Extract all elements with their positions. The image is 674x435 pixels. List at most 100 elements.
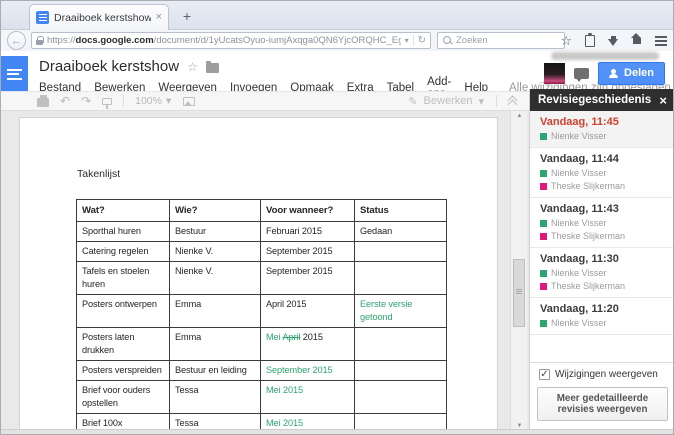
bookmark-star-icon[interactable]: ☆ bbox=[560, 34, 572, 47]
table-cell[interactable]: Februari 2015 bbox=[260, 221, 355, 242]
table-cell[interactable] bbox=[354, 380, 447, 414]
document-page[interactable]: Takenlijst Wat? Wie? Voor wanneer? Status S… bbox=[19, 117, 498, 434]
revision-author: Nienke Visser bbox=[540, 168, 665, 178]
table-cell[interactable]: Nienke V. bbox=[169, 261, 261, 295]
revision-entry[interactable]: Vandaag, 11:43 Nienke Visser Theske Slijke… bbox=[530, 198, 673, 248]
revision-entry[interactable]: Vandaag, 11:30 Nienke Visser Theske Slijke… bbox=[530, 248, 673, 298]
new-tab-button[interactable]: + bbox=[177, 8, 197, 24]
docs-logo-icon[interactable] bbox=[1, 56, 28, 92]
table-cell[interactable]: Tafels en stoelen huren bbox=[76, 261, 170, 295]
table-cell[interactable]: Posters laten drukken bbox=[76, 327, 170, 361]
revision-author: Theske Slijkerman bbox=[540, 231, 665, 241]
checkbox-checked-icon[interactable]: ✓ bbox=[539, 369, 550, 380]
tab-title: Draaiboek kerstshow - Goo... bbox=[54, 11, 151, 24]
author-name: Theske Slijkerman bbox=[551, 181, 626, 191]
table-cell[interactable]: Bestuur en leiding bbox=[169, 360, 261, 381]
author-color-swatch bbox=[540, 132, 547, 140]
show-changes-toggle[interactable]: ✓ Wijzigingen weergeven bbox=[539, 369, 666, 380]
share-button[interactable]: Delen bbox=[598, 62, 665, 85]
comments-icon[interactable] bbox=[574, 68, 590, 82]
lock-icon bbox=[36, 36, 44, 45]
url-bar[interactable]: https://docs.google.com/document/d/1yUca… bbox=[31, 32, 431, 49]
document-canvas: Takenlijst Wat? Wie? Voor wanneer? Status S… bbox=[1, 111, 529, 434]
close-icon[interactable]: × bbox=[659, 93, 667, 108]
paint-format-icon[interactable] bbox=[102, 97, 113, 109]
home-icon[interactable] bbox=[631, 32, 642, 47]
show-changes-label: Wijzigingen weergeven bbox=[555, 369, 658, 380]
avatar[interactable] bbox=[544, 63, 566, 84]
edit-mode-control[interactable]: ✎ Bewerken ▾ bbox=[408, 95, 517, 108]
table-cell[interactable]: Mei April 2015 bbox=[260, 327, 355, 361]
bookmarks-menu-icon[interactable] bbox=[585, 32, 595, 47]
revision-timestamp: Vandaag, 11:44 bbox=[540, 153, 619, 165]
docs-favicon-icon bbox=[36, 11, 49, 24]
revision-panel-header: Revisiegeschiedenis × bbox=[530, 89, 673, 111]
star-document-icon[interactable]: ☆ bbox=[187, 60, 198, 74]
table-header: Status bbox=[354, 199, 447, 222]
folder-icon[interactable] bbox=[205, 60, 219, 73]
revision-entry[interactable]: Vandaag, 11:44 Nienke Visser Theske Slijke… bbox=[530, 148, 673, 198]
table-row: Brief voor ouders opstellen Tessa Mei 2015 bbox=[76, 380, 447, 414]
nav-toolbar-icons: ☆ bbox=[560, 31, 667, 50]
table-cell[interactable]: Catering regelen bbox=[76, 241, 170, 262]
document-title[interactable]: Draaiboek kerstshow bbox=[39, 58, 179, 75]
insert-image-icon[interactable] bbox=[183, 96, 196, 106]
table-cell[interactable] bbox=[354, 360, 447, 381]
table-cell[interactable]: September 2015 bbox=[260, 261, 355, 295]
table-cell[interactable] bbox=[354, 261, 447, 295]
search-placeholder: Zoeken bbox=[456, 35, 488, 46]
revision-history-panel: Revisiegeschiedenis × Vandaag, 11:45 Nien… bbox=[529, 89, 673, 429]
browser-tab[interactable]: Draaiboek kerstshow - Goo... × bbox=[29, 4, 169, 30]
table-cell[interactable]: Tessa bbox=[169, 380, 261, 414]
revision-panel-title: Revisiegeschiedenis bbox=[538, 94, 652, 106]
pencil-icon: ✎ bbox=[408, 95, 418, 108]
table-cell[interactable]: September 2015 bbox=[260, 360, 355, 381]
revision-entry[interactable]: Vandaag, 11:45 Nienke Visser bbox=[530, 111, 673, 148]
table-cell[interactable]: Posters verspreiden bbox=[76, 360, 170, 381]
share-label: Delen bbox=[624, 67, 654, 79]
table-cell[interactable]: Brief voor ouders opstellen bbox=[76, 380, 170, 414]
table-cell[interactable]: Emma bbox=[169, 294, 261, 328]
zoom-dropdown[interactable]: 100% ▾ bbox=[135, 95, 171, 107]
table-cell[interactable] bbox=[354, 327, 447, 361]
table-cell[interactable]: Posters ontwerpen bbox=[76, 294, 170, 328]
scroll-up-icon[interactable]: ▲ bbox=[511, 113, 528, 119]
table-cell[interactable] bbox=[354, 241, 447, 262]
table-cell[interactable]: Emma bbox=[169, 327, 261, 361]
back-button[interactable]: ← bbox=[7, 31, 26, 50]
revision-timestamp: Vandaag, 11:43 bbox=[540, 203, 619, 215]
more-detailed-revisions-button[interactable]: Meer gedetailleerde revisies weergeven bbox=[537, 387, 668, 421]
task-table[interactable]: Wat? Wie? Voor wanneer? Status Sporthal hur… bbox=[76, 199, 447, 434]
table-cell[interactable]: Eerste versie getoond bbox=[354, 294, 447, 328]
scrollbar-thumb[interactable] bbox=[513, 259, 525, 327]
app-menu-icon[interactable] bbox=[655, 35, 667, 46]
table-cell[interactable]: Nienke V. bbox=[169, 241, 261, 262]
task-table-body: Sporthal huren Bestuur Februari 2015 Gedaan… bbox=[76, 221, 447, 434]
tab-close-icon[interactable]: × bbox=[156, 12, 162, 23]
author-name: Nienke Visser bbox=[551, 318, 607, 328]
table-cell[interactable]: Gedaan bbox=[354, 221, 447, 242]
reload-icon[interactable]: ↻ bbox=[412, 35, 426, 46]
author-color-swatch bbox=[540, 232, 547, 240]
author-name: Nienke Visser bbox=[551, 218, 607, 228]
edit-mode-label: Bewerken bbox=[423, 95, 473, 107]
search-icon bbox=[443, 36, 452, 45]
url-dropdown-icon[interactable]: ▾ bbox=[405, 36, 409, 45]
revision-author: Nienke Visser bbox=[540, 218, 665, 228]
revision-entry[interactable]: Vandaag, 11:20 Nienke Visser bbox=[530, 298, 673, 335]
revision-author: Nienke Visser bbox=[540, 268, 665, 278]
table-cell[interactable]: Bestuur bbox=[169, 221, 261, 242]
table-cell[interactable]: Mei 2015 bbox=[260, 380, 355, 414]
print-icon[interactable] bbox=[37, 94, 49, 107]
vertical-scrollbar[interactable]: ▲ ▼ bbox=[510, 111, 527, 431]
redo-icon[interactable]: ↷ bbox=[81, 95, 91, 107]
search-input[interactable]: Zoeken bbox=[437, 32, 565, 49]
download-icon[interactable] bbox=[608, 35, 618, 46]
table-cell[interactable]: Sporthal huren bbox=[76, 221, 170, 242]
collapse-toolbar-icon[interactable] bbox=[509, 97, 517, 105]
table-cell[interactable]: April 2015 bbox=[260, 294, 355, 328]
author-name: Theske Slijkerman bbox=[551, 281, 626, 291]
undo-icon[interactable]: ↶ bbox=[60, 95, 70, 107]
table-cell[interactable]: September 2015 bbox=[260, 241, 355, 262]
author-name: Nienke Visser bbox=[551, 168, 607, 178]
